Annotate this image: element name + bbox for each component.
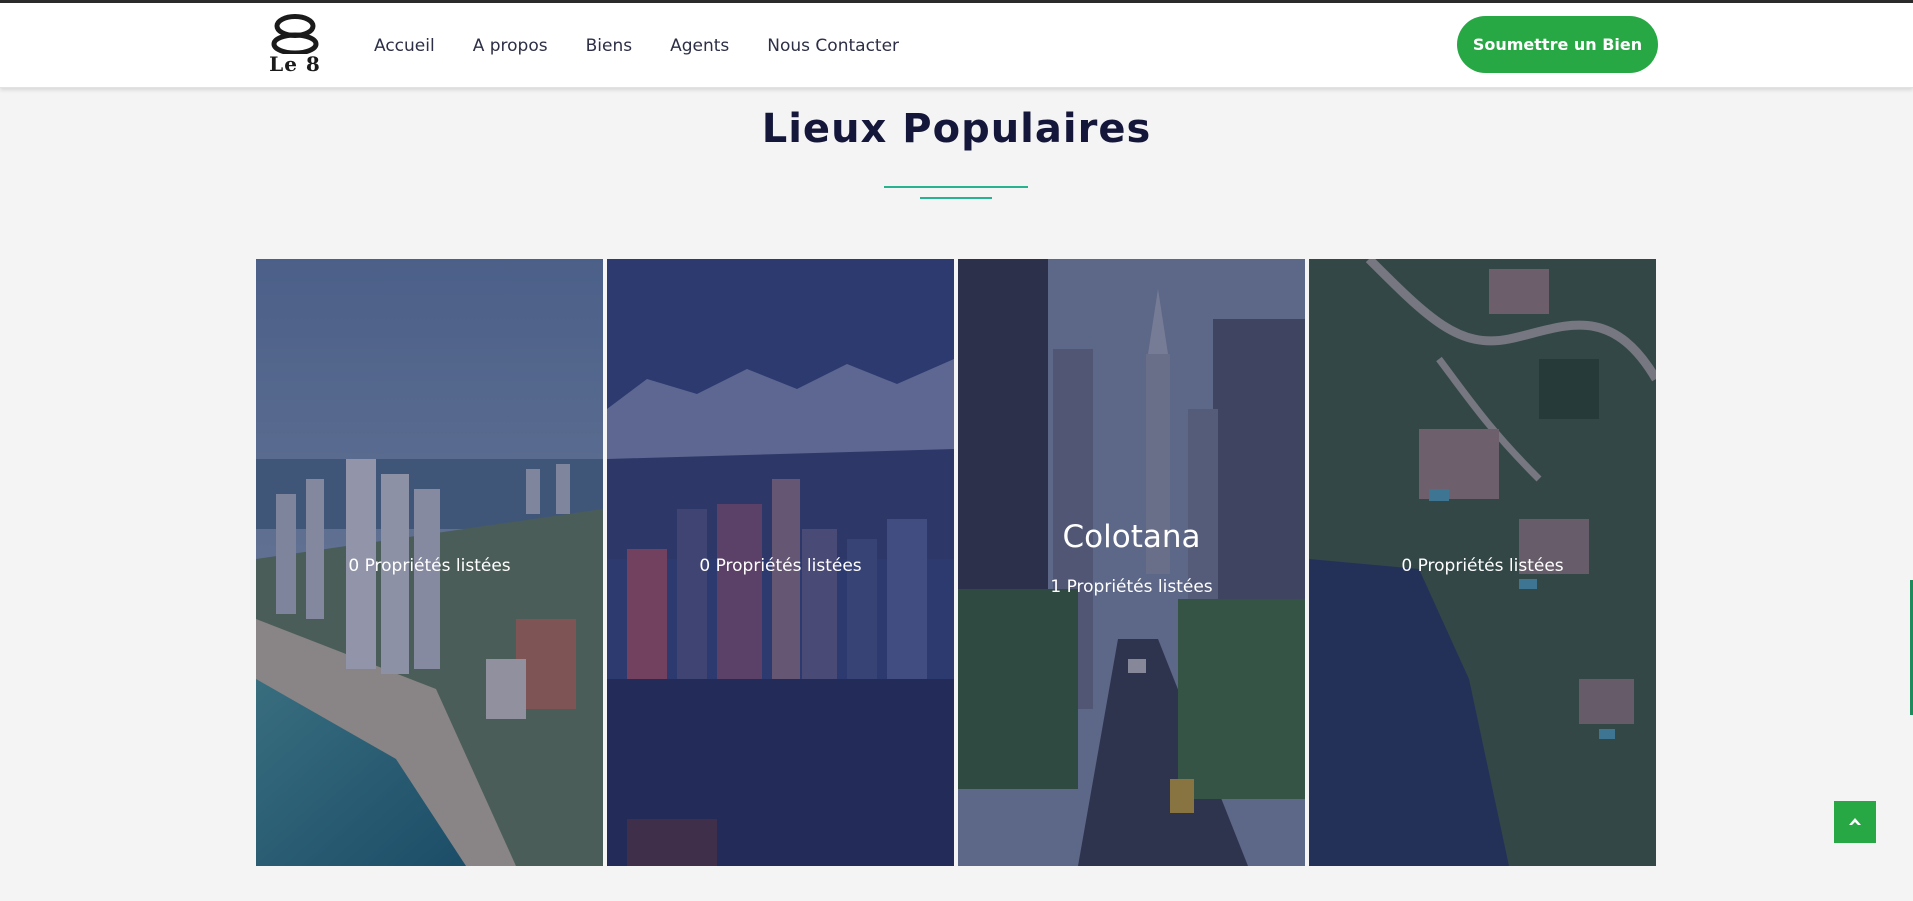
site-header: Le 8 Accueil A propos Biens Agents Nous …: [0, 3, 1913, 88]
submit-property-button[interactable]: Soumettre un Bien: [1457, 16, 1658, 73]
place-card[interactable]: 0 Propriétés listées: [1309, 259, 1656, 866]
nav-nous-contacter[interactable]: Nous Contacter: [767, 36, 899, 56]
chevron-up-icon: [1849, 818, 1861, 825]
place-card[interactable]: 0 Propriétés listées: [607, 259, 954, 866]
title-divider-long: [884, 186, 1028, 188]
nav-accueil[interactable]: Accueil: [374, 36, 435, 56]
popular-places-grid: 0 Propriétés listées 0 Propriétés listée…: [256, 259, 1656, 866]
card-property-count: 0 Propriétés listées: [1401, 556, 1564, 576]
card-property-count: 0 Propriétés listées: [348, 556, 511, 576]
card-property-count: 1 Propriétés listées: [1050, 577, 1213, 597]
nav-agents[interactable]: Agents: [670, 36, 729, 56]
card-property-count: 0 Propriétés listées: [699, 556, 862, 576]
scroll-to-top-button[interactable]: [1834, 801, 1876, 843]
section-title: Lieux Populaires: [761, 106, 1152, 152]
title-divider-short: [920, 197, 992, 199]
card-overlay: [958, 259, 1305, 866]
logo-text: Le 8: [269, 52, 321, 76]
place-card[interactable]: Colotana 1 Propriétés listées: [958, 259, 1305, 866]
card-place-name: Colotana: [1062, 519, 1201, 555]
place-card[interactable]: 0 Propriétés listées: [256, 259, 603, 866]
figure-eight-logo-icon: [271, 14, 319, 56]
nav-biens[interactable]: Biens: [586, 36, 632, 56]
main-nav: Accueil A propos Biens Agents Nous Conta…: [374, 3, 937, 88]
nav-a-propos[interactable]: A propos: [473, 36, 548, 56]
site-logo[interactable]: Le 8: [256, 14, 334, 76]
